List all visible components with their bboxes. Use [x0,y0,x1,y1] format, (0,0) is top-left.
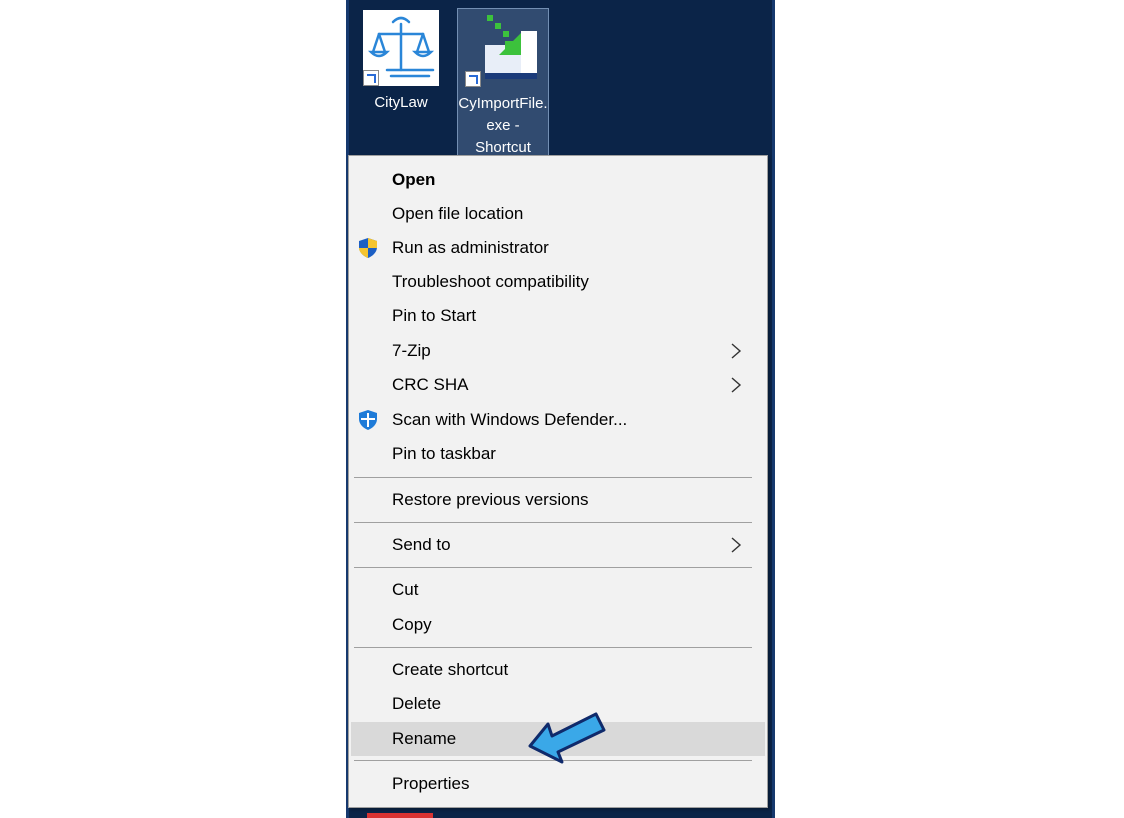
menu-item-cut[interactable]: Cut [351,573,765,607]
menu-separator [354,522,752,523]
menu-item-label: Scan with Windows Defender... [392,410,628,429]
menu-separator [354,477,752,478]
chevron-right-icon [727,342,745,360]
menu-item-label: Send to [392,535,451,554]
menu-separator [354,647,752,648]
menu-item-7zip[interactable]: 7-Zip [351,334,765,368]
menu-item-pin-to-taskbar[interactable]: Pin to taskbar [351,437,765,471]
desktop-icon-label-line: exe - [486,117,520,134]
menu-item-crc-sha[interactable]: CRC SHA [351,368,765,402]
desktop-icon-citylaw[interactable]: CityLaw [355,8,447,114]
desktop-icon-label: CityLaw [374,94,428,111]
windows-defender-icon [357,409,379,431]
desktop-icon-cyimportfile[interactable]: CyImportFile. exe - Shortcut [457,8,549,168]
shortcut-arrow-icon [363,70,379,86]
chevron-right-icon [727,376,745,394]
menu-item-open[interactable]: Open [351,163,765,197]
menu-item-label: Run as administrator [392,238,549,257]
menu-item-copy[interactable]: Copy [351,608,765,642]
menu-item-troubleshoot-compatibility[interactable]: Troubleshoot compatibility [351,265,765,299]
menu-item-scan-windows-defender[interactable]: Scan with Windows Defender... [351,403,765,437]
menu-item-label: Pin to Start [392,306,477,325]
menu-item-label: Pin to taskbar [392,444,496,463]
menu-item-run-as-administrator[interactable]: Run as administrator [351,231,765,265]
taskbar-indicator [367,813,433,818]
menu-item-label: Properties [392,774,470,793]
import-file-icon [465,11,541,87]
menu-item-properties[interactable]: Properties [351,767,765,801]
menu-item-send-to[interactable]: Send to [351,528,765,562]
menu-item-label: Cut [392,580,419,599]
menu-item-label: Troubleshoot compatibility [392,272,589,291]
scales-of-justice-icon [363,10,439,86]
menu-item-label: Delete [392,694,442,713]
uac-shield-icon [357,237,379,259]
menu-item-label: Rename [392,729,457,748]
chevron-right-icon [727,536,745,554]
desktop-icon-label-line: CyImportFile. [458,95,548,112]
menu-separator [354,567,752,568]
menu-item-pin-to-start[interactable]: Pin to Start [351,299,765,333]
shortcut-arrow-icon [465,71,481,87]
menu-item-label: Open file location [392,204,524,223]
menu-item-label: CRC SHA [392,375,469,394]
menu-item-label: Create shortcut [392,660,509,679]
menu-item-open-file-location[interactable]: Open file location [351,197,765,231]
pointer-arrow-icon [524,700,610,770]
menu-item-restore-previous-versions[interactable]: Restore previous versions [351,483,765,517]
screenshot: CityLaw CyImportFile. exe - Shortcut Ope… [0,0,1124,818]
menu-item-create-shortcut[interactable]: Create shortcut [351,653,765,687]
menu-item-label: Copy [392,615,432,634]
menu-item-label: 7-Zip [392,341,431,360]
menu-item-label: Restore previous versions [392,490,589,509]
menu-item-label: Open [392,170,436,189]
